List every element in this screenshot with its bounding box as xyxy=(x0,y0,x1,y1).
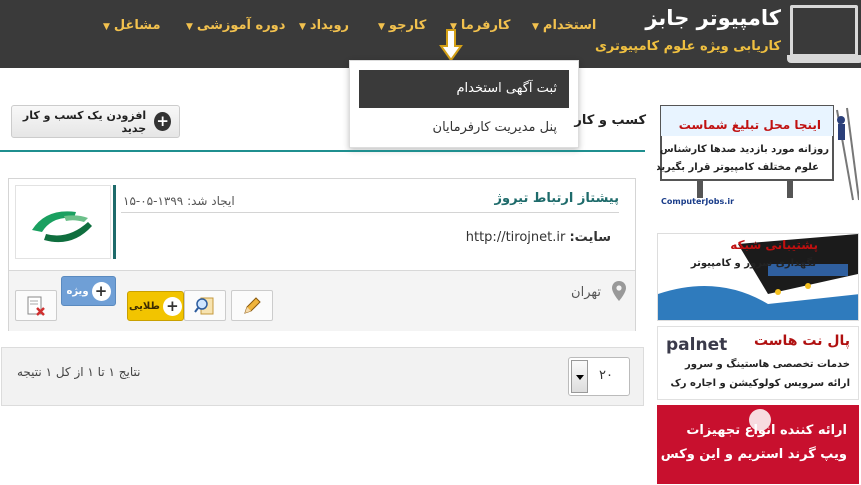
plus-icon: + xyxy=(162,296,182,316)
chevron-down-icon: ▼ xyxy=(532,22,539,32)
pagination-bar: نتایج ۱ تا ۱ از کل ۱ نتیجه ۲۰ xyxy=(1,347,644,406)
menu-item-post-job-ad[interactable]: ثبت آگهی استخدام xyxy=(359,70,569,108)
ad3-line2: ارائه سرویس کولوکیشن و اجاره رک xyxy=(670,378,850,389)
plus-icon: + xyxy=(154,112,171,131)
special-upgrade-button[interactable]: ویژه + xyxy=(61,276,116,306)
chevron-down-icon[interactable] xyxy=(571,360,588,393)
billboard-illustration xyxy=(660,105,859,201)
delete-document-icon xyxy=(27,296,45,316)
ad-banner-advertise-here[interactable]: اینجا محل تبلیغ شماست روزانه مورد بازدید… xyxy=(657,100,859,210)
divider xyxy=(121,212,619,213)
page-size-value: ۲۰ xyxy=(599,368,613,383)
logo-subtitle: کاریابی ویژه علوم کامپیوتری xyxy=(594,39,781,54)
ad1-line1: روزانه مورد بازدید صدها کارشناس و مدیر xyxy=(657,144,829,155)
results-count: نتایج ۱ تا ۱ از کل ۱ نتیجه xyxy=(17,365,141,379)
nav-item-jobs[interactable]: مشاغل▼ xyxy=(103,18,161,33)
arrow-down-icon xyxy=(439,29,463,62)
nav-item-jobseeker[interactable]: کارجو▼ xyxy=(378,18,426,33)
chevron-down-icon: ▼ xyxy=(103,22,110,32)
company-name-link[interactable]: پیشتاز ارتباط تیروژ xyxy=(495,191,620,206)
chevron-down-icon: ▼ xyxy=(378,22,385,32)
website-label: سایت: xyxy=(569,230,611,245)
ad1-title: اینجا محل تبلیغ شماست xyxy=(678,118,821,132)
nav-label: کارفرما xyxy=(460,18,511,33)
employer-dropdown-menu: ثبت آگهی استخدام پنل مدیریت کارفرمایان xyxy=(349,60,579,148)
website-url[interactable]: http://tirojnet.ir xyxy=(466,230,566,245)
location-pin-icon xyxy=(612,281,626,301)
nav-item-courses[interactable]: دوره آموزشی▼ xyxy=(186,18,285,33)
site-header: کامپیوتر جابز کاریابی ویژه علوم کامپیوتر… xyxy=(0,0,861,68)
plus-icon: + xyxy=(91,281,111,301)
edit-button[interactable] xyxy=(231,290,273,321)
pencil-icon xyxy=(244,296,261,314)
ad3-line1: خدمات تخصصی هاستینگ و سرور xyxy=(685,359,850,370)
page-size-select[interactable]: ۲۰ xyxy=(568,357,630,396)
logo-title[interactable]: کامپیوتر جابز xyxy=(645,6,781,30)
delete-button[interactable] xyxy=(15,290,57,321)
add-business-label: افزودن یک کسب و کار جدید xyxy=(22,108,147,135)
city-label: تهران xyxy=(571,285,601,300)
ad3-title: پال نت هاست xyxy=(753,333,850,349)
created-date: ایجاد شد: ۱۳۹۹-۰۵-۱۵ xyxy=(123,194,235,208)
ad-banner-palnet-host[interactable]: palnet پال نت هاست خدمات تخصصی هاستینگ و… xyxy=(657,326,859,400)
gold-upgrade-button[interactable]: طلایی + xyxy=(127,291,184,321)
chevron-down-icon: ▼ xyxy=(186,22,193,32)
carousel-dot-icon xyxy=(749,409,771,431)
add-business-button[interactable]: + افزودن یک کسب و کار جدید xyxy=(11,105,180,138)
chevron-down-icon: ▼ xyxy=(299,22,306,32)
ad-banner-voip-equipment[interactable]: ارائه کننده انواع تجهیزات ویپ گرند استری… xyxy=(657,405,859,484)
laptop-logo-icon[interactable] xyxy=(787,5,861,63)
ad1-footer: ComputerJobs.ir xyxy=(661,197,735,206)
preview-button[interactable] xyxy=(184,290,226,321)
accent-bar xyxy=(113,185,116,259)
special-label: ویژه xyxy=(66,285,89,297)
nav-label: استخدام xyxy=(542,18,597,33)
ad2-title: پشتیبانی شبکه xyxy=(730,238,818,252)
business-card: پیشتاز ارتباط تیروژ ایجاد شد: ۱۳۹۹-۰۵-۱۵… xyxy=(8,178,636,331)
page-title: کسب و کار xyxy=(574,113,646,128)
nav-label: کارجو xyxy=(388,18,427,33)
ad2-sub: نگهداری سرور و کامپیوتر xyxy=(690,258,816,269)
gold-label: طلایی xyxy=(129,300,160,312)
nav-label: دوره آموزشی xyxy=(196,18,286,33)
nav-item-employment[interactable]: استخدام▼ xyxy=(532,18,596,33)
nav-label: رویداد xyxy=(309,18,350,33)
menu-item-employer-panel[interactable]: پنل مدیریت کارفرمایان xyxy=(359,109,569,147)
ad1-line2: علوم مختلف کامپیوتر قرار بگیرید xyxy=(657,162,819,173)
palnet-logo: palnet xyxy=(666,335,728,355)
company-logo[interactable] xyxy=(15,185,111,259)
section-divider xyxy=(0,150,645,152)
nav-item-event[interactable]: رویداد▼ xyxy=(299,18,349,33)
nav-label: مشاغل xyxy=(113,18,161,33)
website-row: سایت: http://tirojnet.ir xyxy=(466,230,611,245)
ad4-line2: ویپ گرند استریم و این وکس xyxy=(660,447,847,462)
magnifier-document-icon xyxy=(194,297,214,314)
company-logo-icon xyxy=(32,211,92,243)
ad-banner-network-support[interactable]: پشتیبانی شبکه نگهداری سرور و کامپیوتر xyxy=(657,233,859,321)
